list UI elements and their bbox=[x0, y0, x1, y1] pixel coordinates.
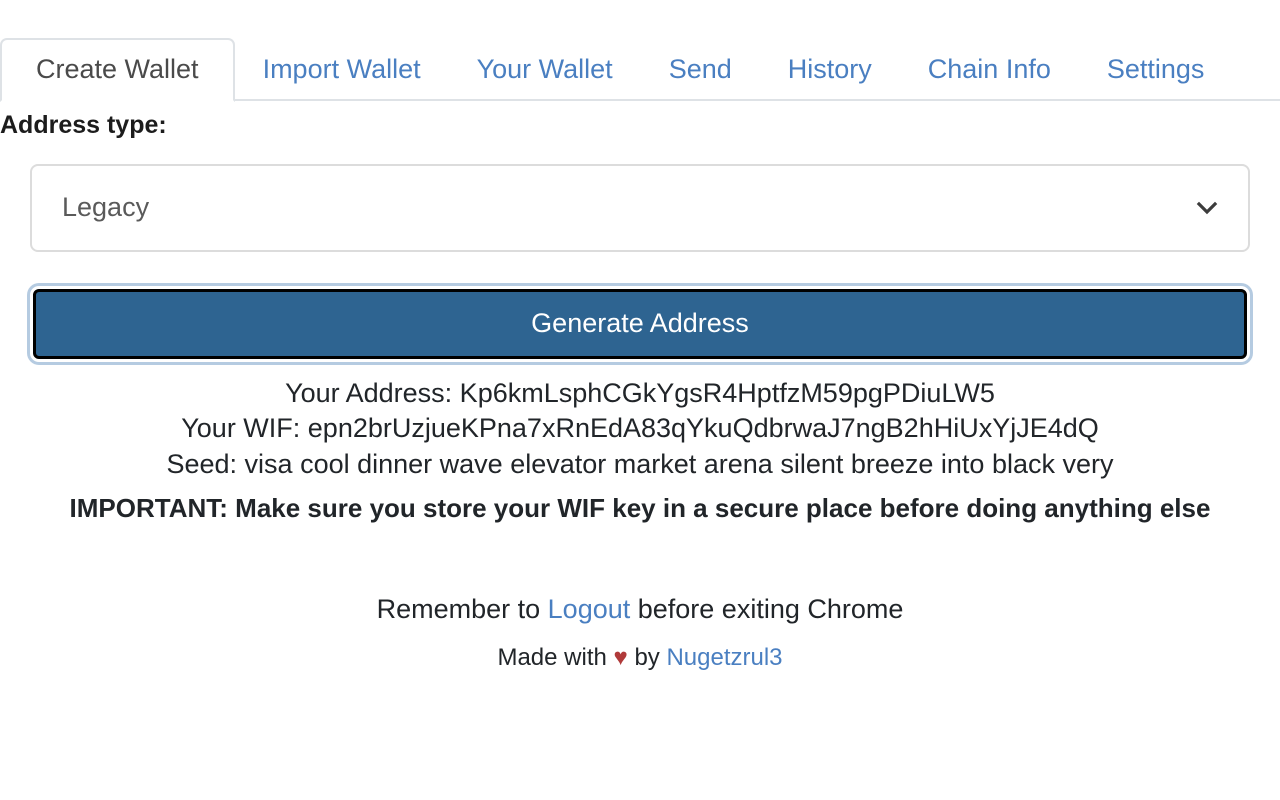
generated-seed-line: Seed: visa cool dinner wave elevator mar… bbox=[166, 449, 1114, 480]
logout-reminder-suffix: before exiting Chrome bbox=[630, 593, 904, 624]
tab-your-wallet[interactable]: Your Wallet bbox=[449, 38, 641, 102]
tab-chain-info[interactable]: Chain Info bbox=[900, 38, 1079, 102]
credits-line: Made with ♥ by Nugetzrul3 bbox=[0, 641, 1280, 676]
heart-icon: ♥ bbox=[613, 643, 628, 671]
generated-wif-line: Your WIF: epn2brUzjueKPna7xRnEdA83qYkuQd… bbox=[181, 413, 1099, 444]
address-type-select-wrapper: Legacy bbox=[30, 163, 1250, 252]
create-wallet-panel: Address type: Legacy Generate Address Yo… bbox=[0, 101, 1280, 676]
wallet-result-block: Your Address: Kp6kmLsphCGkYgsR4HptfzM59p… bbox=[0, 376, 1280, 526]
credits-prefix: Made with bbox=[497, 643, 614, 671]
tab-label: History bbox=[787, 54, 872, 84]
tab-bar: Create Wallet Import Wallet Your Wallet … bbox=[0, 0, 1280, 102]
tab-history[interactable]: History bbox=[760, 38, 900, 102]
wallet-extension-window: Create Wallet Import Wallet Your Wallet … bbox=[0, 0, 1280, 800]
tab-import-wallet[interactable]: Import Wallet bbox=[235, 38, 449, 102]
footer: Remember to Logout before exiting Chrome… bbox=[0, 590, 1280, 676]
tab-label: Send bbox=[668, 54, 732, 84]
tab-label: Create Wallet bbox=[36, 54, 199, 84]
tab-settings[interactable]: Settings bbox=[1079, 38, 1233, 102]
logout-reminder-prefix: Remember to bbox=[376, 593, 548, 624]
credits-mid: by bbox=[627, 643, 667, 671]
logout-reminder-line: Remember to Logout before exiting Chrome bbox=[0, 590, 1280, 629]
generate-address-button[interactable]: Generate Address bbox=[33, 288, 1247, 359]
address-type-selected-value: Legacy bbox=[62, 192, 150, 222]
tab-label: Your Wallet bbox=[476, 54, 613, 84]
logout-link[interactable]: Logout bbox=[548, 594, 631, 624]
generated-address-line: Your Address: Kp6kmLsphCGkYgsR4HptfzM59p… bbox=[285, 377, 995, 408]
tab-send[interactable]: Send bbox=[641, 38, 760, 102]
tab-label: Import Wallet bbox=[262, 54, 421, 84]
important-warning: IMPORTANT: Make sure you store your WIF … bbox=[69, 493, 1211, 524]
address-type-label: Address type: bbox=[0, 111, 167, 139]
address-type-select[interactable]: Legacy bbox=[30, 163, 1250, 252]
tab-label: Settings bbox=[1106, 54, 1205, 84]
tab-label: Chain Info bbox=[927, 54, 1051, 84]
generate-address-button-focus-ring: Generate Address bbox=[30, 285, 1250, 362]
author-link[interactable]: Nugetzrul3 bbox=[666, 644, 782, 671]
tab-create-wallet[interactable]: Create Wallet bbox=[0, 38, 235, 102]
